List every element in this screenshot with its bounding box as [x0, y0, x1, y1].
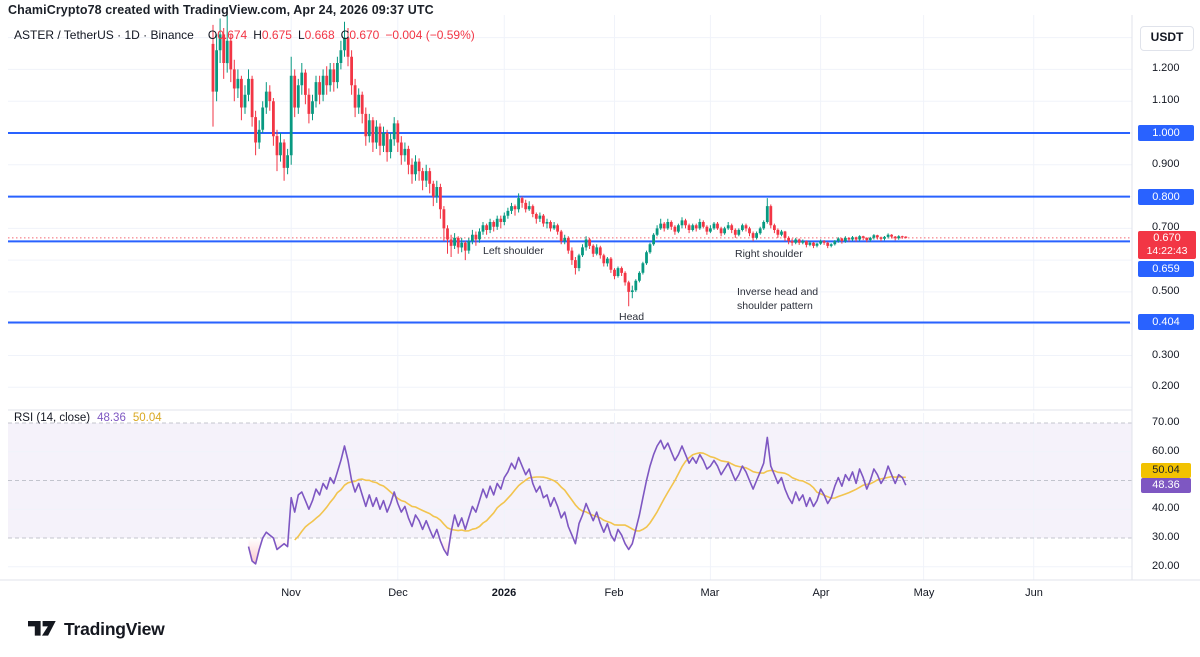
- close-value: 0.670: [349, 28, 379, 42]
- symbol-title[interactable]: ASTER / TetherUS · 1D · Binance: [14, 28, 194, 42]
- high-value: 0.675: [262, 28, 292, 42]
- tradingview-chart-widget: ChamiCrypto78 created with TradingView.c…: [0, 0, 1200, 657]
- tradingview-logo-icon: [28, 621, 57, 638]
- tradingview-logo[interactable]: TradingView: [28, 619, 165, 640]
- annotation-left-shoulder[interactable]: Left shoulder: [483, 245, 544, 259]
- low-label: L: [298, 28, 305, 42]
- chart-canvas[interactable]: [0, 0, 1200, 657]
- symbol-legend: ASTER / TetherUS · 1D · BinanceO0.674H0.…: [14, 28, 475, 42]
- annotation-head[interactable]: Head: [619, 311, 644, 325]
- change-value: −0.004 (−0.59%): [385, 28, 474, 42]
- high-label: H: [253, 28, 262, 42]
- open-label: O: [208, 28, 217, 42]
- annotation-inverse-pattern[interactable]: Inverse head and shoulder pattern: [737, 286, 861, 313]
- currency-usdt-button[interactable]: USDT: [1140, 26, 1194, 51]
- low-value: 0.668: [305, 28, 335, 42]
- tradingview-logo-text: TradingView: [64, 619, 165, 640]
- annotation-right-shoulder[interactable]: Right shoulder: [735, 248, 803, 262]
- open-value: 0.674: [217, 28, 247, 42]
